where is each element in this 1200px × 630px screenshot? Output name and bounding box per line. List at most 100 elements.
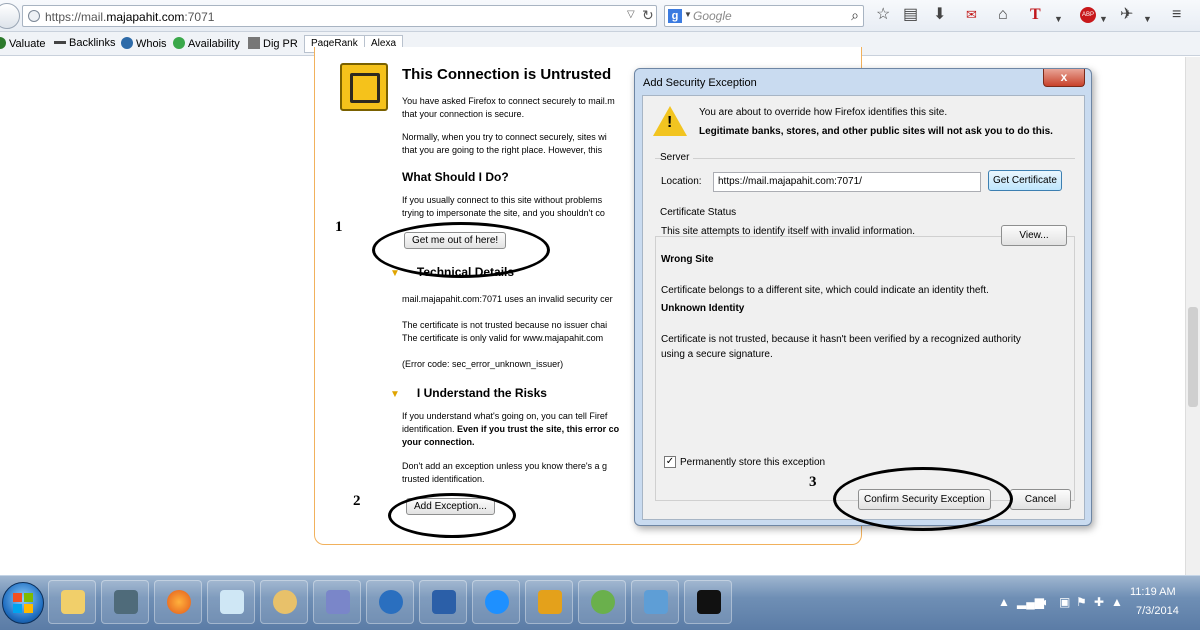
google-engine-icon[interactable]: g: [668, 9, 682, 23]
reading-list-icon[interactable]: ▤: [903, 6, 918, 24]
dialog-title: Add Security Exception: [643, 77, 757, 89]
bookmark-backlinks[interactable]: Backlinks: [54, 37, 115, 49]
clock-time[interactable]: 11:19 AM: [1130, 586, 1176, 598]
expand-triangle-icon: ▼: [390, 389, 400, 400]
extension-dropdown-icon[interactable]: ▼: [1143, 10, 1152, 28]
whois-icon: [121, 37, 133, 49]
mail-counter-icon[interactable]: ✉: [966, 6, 977, 24]
what-should-i-do-heading: What Should I Do?: [402, 170, 509, 184]
page-scrollbar[interactable]: [1185, 57, 1200, 575]
untrusted-guard-icon: [340, 63, 388, 111]
add-security-exception-dialog: Add Security Exception x ! You are about…: [634, 68, 1092, 531]
paint-icon[interactable]: [260, 580, 308, 624]
back-button[interactable]: [0, 3, 20, 29]
search-bar[interactable]: g ▼ Google ⌕: [664, 5, 864, 27]
unknown-identity-line-1: Certificate is not trusted, because it h…: [661, 334, 1021, 345]
cancel-button[interactable]: Cancel: [1010, 489, 1071, 510]
site-identity-icon[interactable]: [28, 10, 40, 22]
usb-icon[interactable]: ▣: [1059, 595, 1070, 609]
understand-risks-heading[interactable]: ▼ I Understand the Risks: [390, 386, 547, 400]
adblock-icon[interactable]: ABP: [1080, 7, 1096, 23]
downloads-icon[interactable]: ⬇: [933, 6, 946, 24]
annotation-ellipse-3: [833, 467, 1013, 531]
url-dropdown-icon[interactable]: ▽: [627, 9, 635, 20]
engine-dropdown-icon[interactable]: ▼: [684, 10, 692, 19]
location-input[interactable]: https://mail.majapahit.com:7071/: [713, 172, 981, 192]
start-button[interactable]: [2, 582, 44, 624]
clock-date[interactable]: 7/3/2014: [1136, 605, 1179, 617]
windows-logo-icon: [13, 593, 33, 613]
warning-icon: !: [653, 106, 687, 136]
notepad-icon[interactable]: [207, 580, 255, 624]
browser-icon[interactable]: [366, 580, 414, 624]
control-panel-icon[interactable]: [631, 580, 679, 624]
adblock-dropdown-icon[interactable]: ▼: [1099, 10, 1108, 28]
bookmark-whois[interactable]: Whois: [121, 37, 167, 50]
media-player-icon[interactable]: [472, 580, 520, 624]
dialog-body: ! You are about to override how Firefox …: [642, 95, 1085, 531]
warning-line-1: You are about to override how Firefox id…: [699, 107, 948, 118]
show-hidden-icons-icon[interactable]: ▲: [998, 595, 1010, 609]
reload-icon[interactable]: ↻: [642, 7, 654, 24]
warning-line-2: Legitimate banks, stores, and other publ…: [699, 126, 1053, 137]
dont-line-2: trusted identification.: [402, 474, 485, 484]
sniffing-tool-icon[interactable]: [419, 580, 467, 624]
drive-icon[interactable]: ▲: [1111, 595, 1123, 609]
tech-line-2: The certificate is not trusted because n…: [402, 320, 608, 330]
network-icon[interactable]: [101, 580, 149, 624]
intro-line-1: You have asked Firefox to connect secure…: [402, 96, 615, 106]
bookmark-star-icon[interactable]: ☆: [876, 6, 890, 24]
search-placeholder: Google: [693, 9, 732, 23]
url-bar[interactable]: https://mail.majapahit.com:7071 ▽ ↻: [22, 5, 657, 27]
permanent-checkbox[interactable]: ✓: [664, 456, 676, 468]
translate-dropdown-icon[interactable]: ▼: [1054, 10, 1063, 28]
permanent-label[interactable]: Permanently store this exception: [680, 457, 825, 468]
tech-line-1: mail.majapahit.com:7071 uses an invalid …: [402, 294, 613, 304]
dont-line-1: Don't add an exception unless you know t…: [402, 461, 608, 471]
bookmark-digpr[interactable]: Dig PR: [248, 37, 298, 50]
file-explorer-icon[interactable]: [48, 580, 96, 624]
annotation-number-3: 3: [809, 474, 817, 490]
normal-line-2: that you are going to the right place. H…: [402, 145, 603, 155]
search-icon[interactable]: ⌕: [851, 7, 859, 24]
menu-icon[interactable]: ≡: [1172, 6, 1181, 24]
get-certificate-button[interactable]: Get Certificate: [988, 170, 1062, 191]
page-title: This Connection is Untrusted: [402, 66, 612, 83]
risks-line-2: identification. Even if you trust the si…: [402, 424, 620, 434]
unknown-identity-heading: Unknown Identity: [661, 303, 745, 314]
extension-icon[interactable]: ✈: [1120, 6, 1133, 24]
risks-line-3: your connection.: [402, 437, 475, 447]
wrong-site-heading: Wrong Site: [661, 254, 714, 265]
bookmark-availability[interactable]: Availability: [173, 37, 240, 50]
availability-icon: [173, 37, 185, 49]
location-label: Location:: [661, 176, 702, 187]
intro-line-2: that your connection is secure.: [402, 109, 525, 119]
normal-line-1: Normally, when you try to connect secure…: [402, 132, 607, 142]
sync-icon[interactable]: ✚: [1094, 595, 1104, 609]
chat-icon[interactable]: [578, 580, 626, 624]
close-icon[interactable]: x: [1043, 69, 1085, 87]
virtualbox-icon[interactable]: [525, 580, 573, 624]
url-text: https://mail.majapahit.com:7071: [45, 10, 215, 24]
status-text: This site attempts to identify itself wi…: [661, 226, 915, 237]
remote-desktop-icon[interactable]: [313, 580, 361, 624]
scrollbar-thumb[interactable]: [1188, 307, 1198, 407]
annotation-ellipse-2: [388, 493, 516, 538]
cmd-icon[interactable]: [684, 580, 732, 624]
server-legend: Server: [660, 152, 694, 163]
annotation-ellipse-1: [372, 222, 550, 278]
signal-icon[interactable]: ▂▄▆: [1017, 595, 1044, 609]
bookmark-valuate[interactable]: Valuate: [0, 37, 46, 50]
what-line-2: trying to impersonate the site, and you …: [402, 208, 605, 218]
error-code: (Error code: sec_error_unknown_issuer): [402, 359, 564, 369]
firefox-icon[interactable]: [154, 580, 202, 624]
view-button[interactable]: View...: [1001, 225, 1067, 246]
translate-extension-icon[interactable]: T: [1030, 6, 1041, 24]
home-icon[interactable]: ⌂: [998, 6, 1008, 24]
valuate-icon: [0, 37, 6, 49]
volume-icon[interactable]: ◖: [1041, 595, 1048, 609]
navigation-toolbar: https://mail.majapahit.com:7071 ▽ ↻ g ▼ …: [0, 0, 1200, 32]
antivirus-icon[interactable]: ⚑: [1076, 595, 1087, 609]
risks-line-1: If you understand what's going on, you c…: [402, 411, 608, 421]
server-group: [655, 158, 1075, 159]
